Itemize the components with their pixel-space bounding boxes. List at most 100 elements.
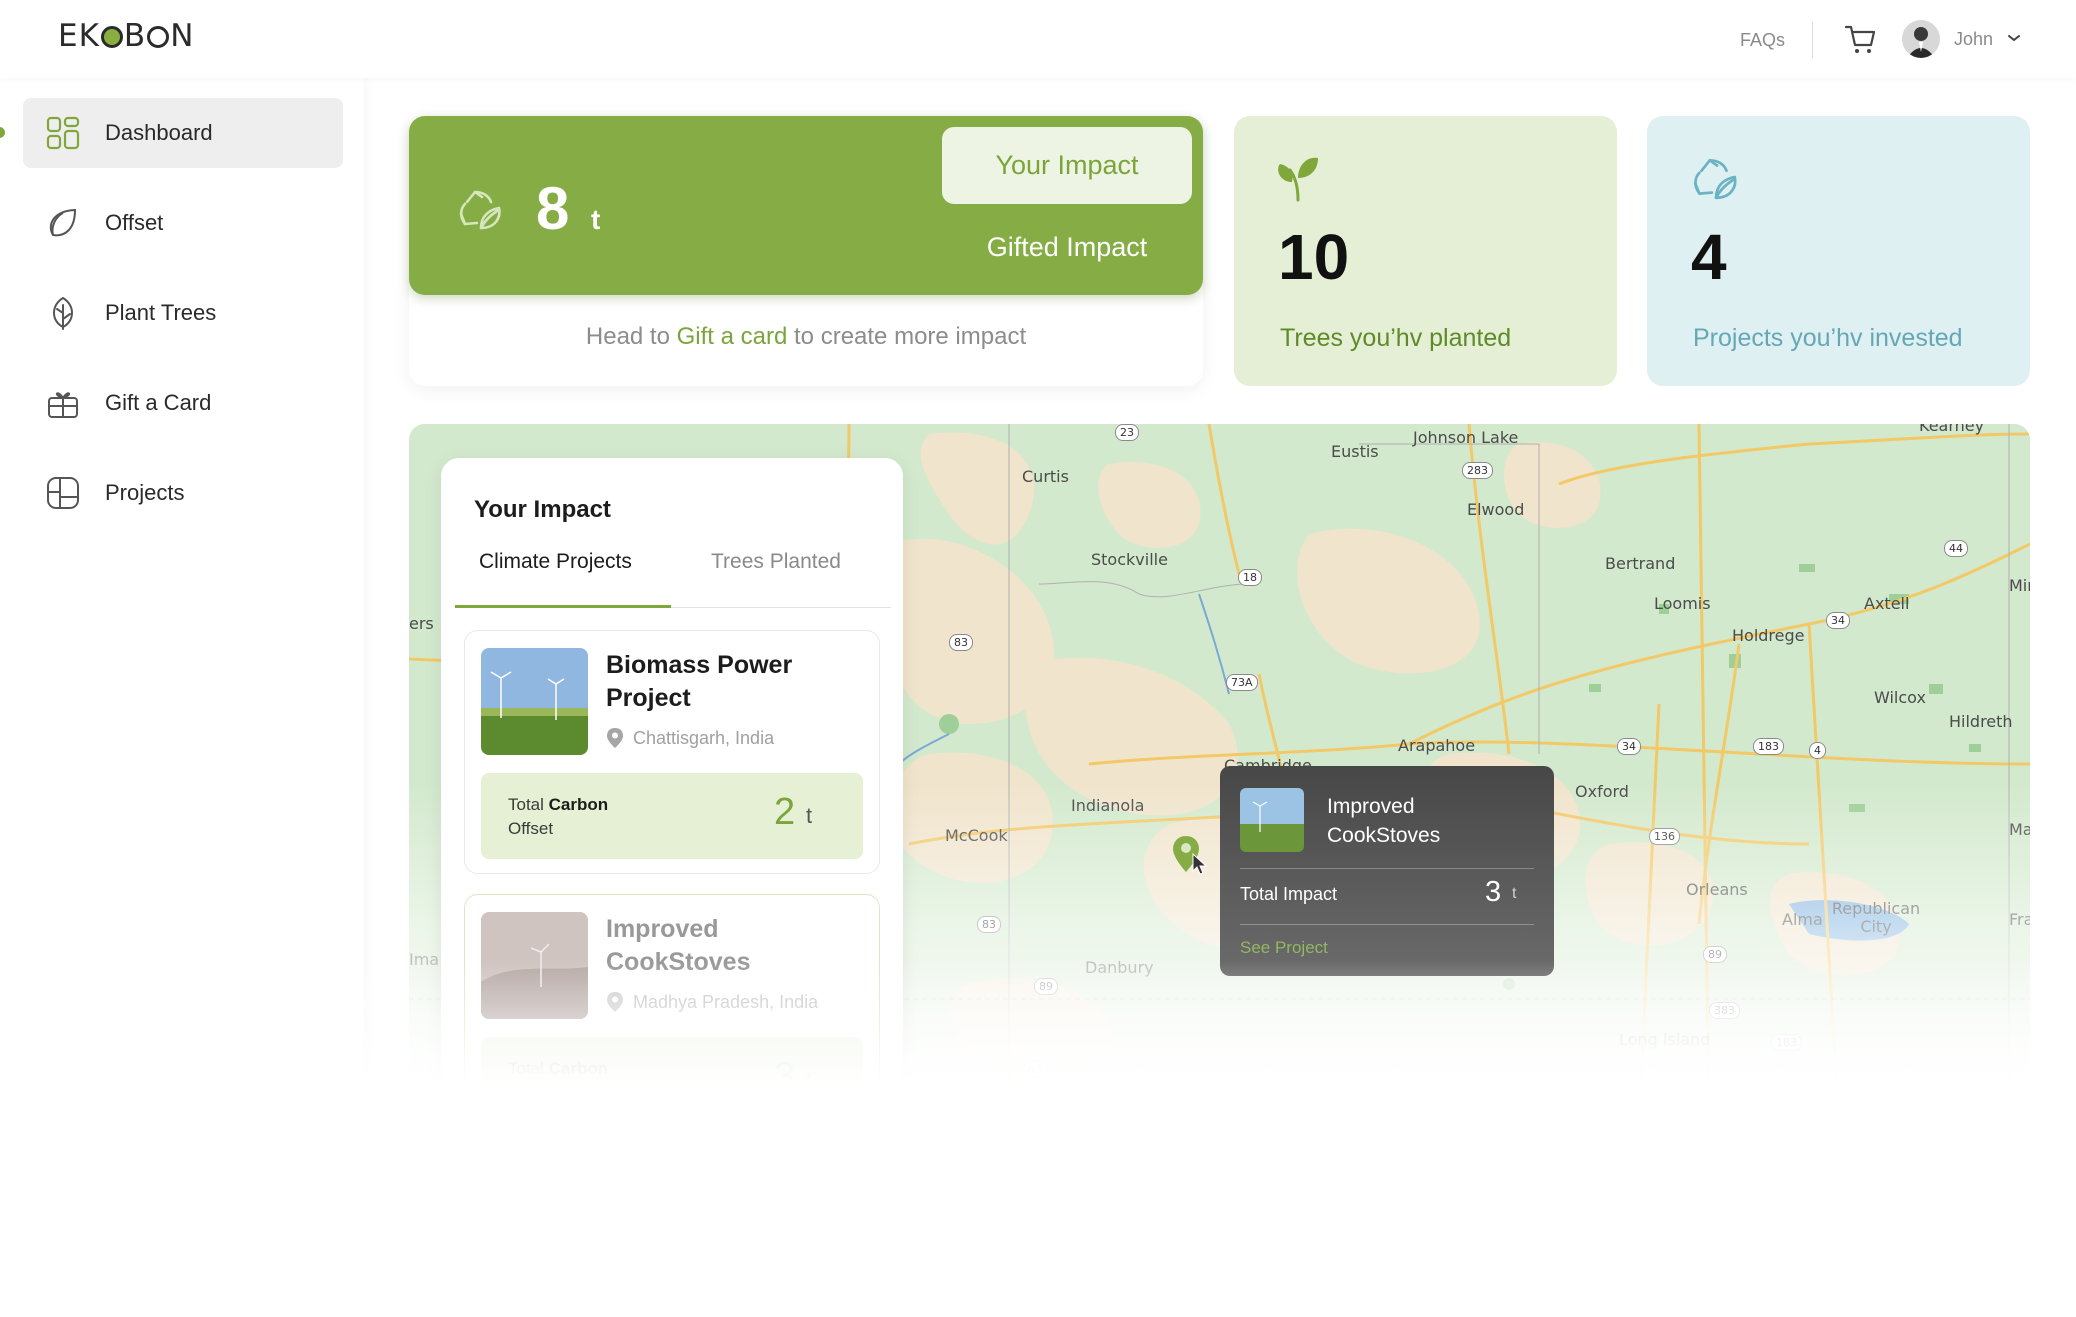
mouse-cursor-icon (1192, 852, 1208, 875)
map-place-label: Orleans (1686, 880, 1748, 899)
avatar[interactable] (1902, 20, 1940, 58)
highway-shield: 183 (1753, 738, 1784, 755)
map-place-label: Johnson Lake (1413, 428, 1519, 447)
logo[interactable]: EK B N (58, 18, 194, 54)
highway-shield: 383 (1709, 1002, 1740, 1019)
highway-shield: 83 (977, 916, 1001, 933)
project-thumbnail (481, 648, 588, 755)
active-indicator (0, 127, 5, 138)
map-place-label: Ma (2009, 820, 2030, 839)
map-place-label: Kearney (1919, 424, 1985, 435)
map-place-label: Danbury (1085, 958, 1154, 977)
gift-card-icon (48, 392, 78, 418)
project-card[interactable]: Improved CookStoves Madhya Pradesh, Indi… (464, 894, 880, 1138)
map-place-label: Fra (2009, 910, 2030, 929)
dashboard-grid-icon (46, 116, 80, 150)
cart-icon[interactable] (1843, 22, 1877, 56)
carbon-offset-box: Total Carbon Offset 3 t (481, 1037, 863, 1123)
tab-active-indicator (455, 605, 671, 608)
carbon-offset-label: Total Carbon Offset (508, 795, 609, 838)
map-place-label: Republican City (1831, 899, 1921, 936)
projects-count: 4 (1691, 221, 1727, 293)
carbon-offset-value: 2 (774, 791, 796, 833)
map-place-label: Bertrand (1605, 554, 1676, 573)
highway-shield: 183 (1771, 1034, 1802, 1051)
sidebar-item-plant-trees[interactable]: Plant Trees (23, 278, 343, 348)
highway-shield: 34 (1826, 612, 1850, 629)
highway-shield: 18 (1238, 569, 1262, 586)
map-place-label: Holdrege (1732, 626, 1805, 645)
chevron-down-icon[interactable] (2004, 28, 2024, 48)
tooltip-impact-value: 3 (1485, 876, 1502, 908)
highway-shield: 34 (1617, 738, 1641, 755)
footer-prefix: Head to (585, 323, 670, 350)
map-place-label: Eustis (1331, 442, 1379, 461)
map-place-label: Hildreth (1949, 712, 2013, 731)
gift-a-card-link[interactable]: Gift a card (677, 323, 788, 350)
project-title: Improved CookStoves (606, 915, 751, 976)
sidebar-item-offset[interactable]: Offset (23, 188, 343, 258)
tab-climate-projects[interactable]: Climate Projects (479, 550, 632, 574)
project-title: Biomass Power Project (606, 651, 793, 712)
map-place-label: Long Island (1619, 1030, 1711, 1049)
map-place-label: Alma (1782, 910, 1823, 929)
sidebar: Dashboard Offset Plant Trees Gift a Card… (0, 78, 364, 1317)
carbon-offset-label: Total Carbon Offset (508, 1059, 609, 1102)
sidebar-item-label: Gift a Card (105, 390, 212, 415)
top-header: EK B N FAQs John (0, 0, 2076, 78)
carbon-offset-box: Total Carbon Offset 2 t (481, 773, 863, 859)
faqs-link[interactable]: FAQs (1740, 30, 1785, 51)
header-divider (1812, 22, 1813, 58)
tooltip-divider (1240, 924, 1534, 925)
impact-unit: t (591, 204, 601, 235)
project-thumbnail (481, 912, 588, 1019)
sidebar-item-projects[interactable]: Projects (23, 458, 343, 528)
panel-title: Your Impact (474, 496, 611, 523)
map-place-label: Stockville (1091, 550, 1168, 569)
map-place-label: ers (409, 614, 434, 633)
impact-footer-text: Head to Gift a card to create more impac… (409, 323, 1203, 351)
highway-shield: 89 (1703, 946, 1727, 963)
impact-summary: 8 t Your Impact Gifted Impact (409, 116, 1203, 295)
trees-planted-card: 10 Trees you’hv planted (1234, 116, 1617, 386)
see-project-link[interactable]: See Project (1240, 938, 1328, 958)
tooltip-impact-label: Total Impact (1240, 884, 1338, 904)
tooltip-impact-unit: t (1512, 885, 1517, 902)
sprout-icon (1278, 157, 1318, 202)
map-place-label: Indianola (1071, 796, 1145, 815)
username[interactable]: John (1954, 29, 1993, 50)
map-place-label: Arapahoe (1398, 736, 1476, 755)
projects-invested-card: 4 Projects you’hv invested (1647, 116, 2030, 386)
trees-label: Trees you’hv planted (1280, 324, 1512, 352)
your-impact-button[interactable]: Your Impact (942, 127, 1192, 204)
tree-leaf-icon (53, 296, 73, 330)
highway-shield: 83 (949, 634, 973, 651)
carbon-offset-value: 3 (774, 1055, 796, 1097)
location-pin-icon (607, 992, 623, 1012)
sidebar-item-gift-a-card[interactable]: Gift a Card (23, 368, 343, 438)
map-place-label: Almena (1565, 1080, 1626, 1099)
map-place-label: McCook (945, 826, 1008, 845)
sidebar-item-dashboard[interactable]: Dashboard (23, 98, 343, 168)
highway-shield: 4 (1809, 742, 1826, 759)
highway-shield: 83 (1023, 1061, 1047, 1078)
map-place-label: Elwood (1467, 500, 1525, 519)
tab-trees-planted[interactable]: Trees Planted (711, 550, 841, 574)
projects-label: Projects you’hv invested (1693, 324, 1963, 352)
gifted-impact-button[interactable]: Gifted Impact (942, 216, 1192, 278)
highway-shield: 136 (1649, 828, 1680, 845)
map-place-label: Ima (409, 950, 440, 969)
your-impact-panel: Your Impact Climate Projects Trees Plant… (441, 458, 903, 1158)
impact-value: 8 (536, 175, 570, 242)
project-card[interactable]: Biomass Power Project Chattisgarh, India… (464, 630, 880, 874)
highway-shield: 73A (1226, 674, 1258, 691)
recycle-leaf-icon (459, 190, 501, 230)
sidebar-item-label: Dashboard (105, 120, 213, 145)
tooltip-divider (1240, 868, 1534, 869)
impact-card: 8 t Your Impact Gifted Impact Head to Gi… (409, 116, 1203, 386)
highway-shield: 44 (1944, 540, 1968, 557)
tooltip-title: Improved CookStoves (1327, 795, 1441, 847)
map-place-label: Min (2009, 576, 2030, 595)
trees-count: 10 (1278, 221, 1350, 293)
projects-grid-icon (47, 477, 79, 509)
